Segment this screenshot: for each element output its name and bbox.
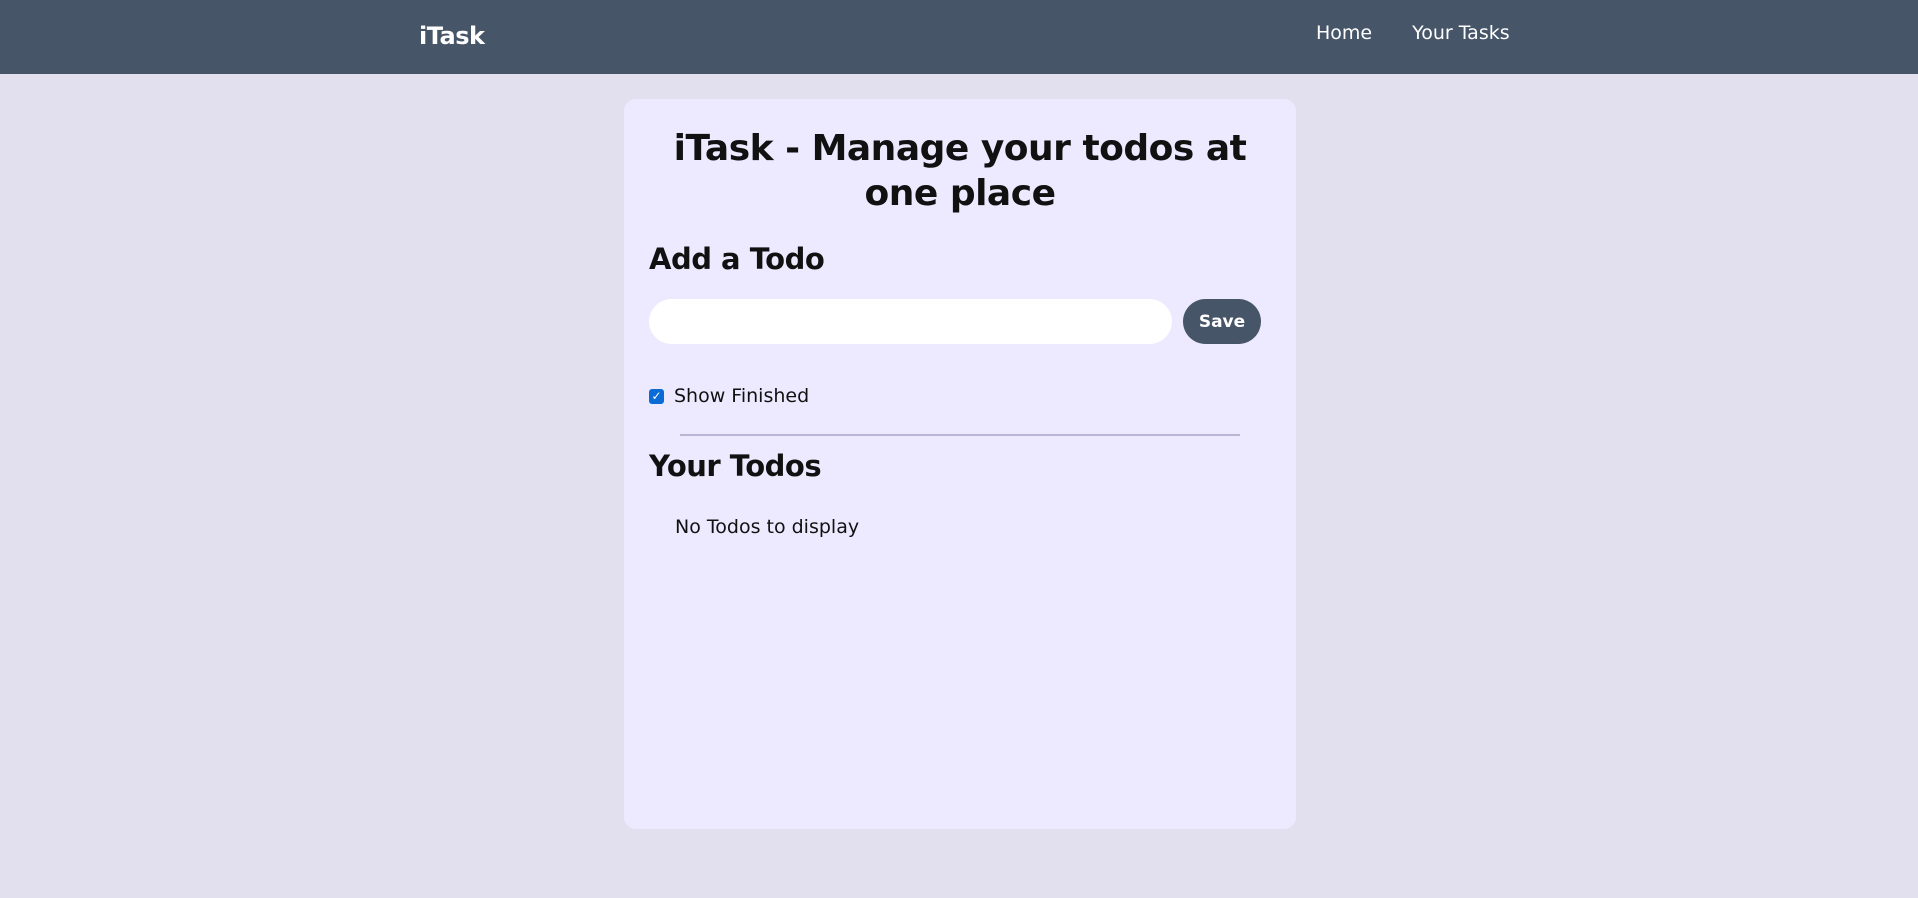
brand-logo[interactable]: iTask xyxy=(419,22,485,50)
nav-links: Home Your Tasks xyxy=(1316,22,1510,44)
page-title: iTask - Manage your todos at one place xyxy=(673,128,1247,214)
show-finished-toggle[interactable]: ✓ Show Finished xyxy=(649,385,809,407)
divider xyxy=(680,434,1240,436)
show-finished-label: Show Finished xyxy=(674,385,810,407)
todo-card: iTask - Manage your todos at one place A… xyxy=(624,99,1296,829)
todo-input[interactable] xyxy=(649,299,1172,344)
add-todo-heading: Add a Todo xyxy=(649,242,825,276)
empty-todos-message: No Todos to display xyxy=(675,516,860,538)
show-finished-checkbox[interactable]: ✓ xyxy=(649,388,664,404)
save-button[interactable]: Save xyxy=(1183,299,1261,344)
your-todos-heading: Your Todos xyxy=(649,449,822,483)
nav-link-your-tasks[interactable]: Your Tasks xyxy=(1412,22,1510,44)
navbar: iTask Home Your Tasks xyxy=(0,0,1918,74)
nav-link-home[interactable]: Home xyxy=(1316,22,1372,44)
